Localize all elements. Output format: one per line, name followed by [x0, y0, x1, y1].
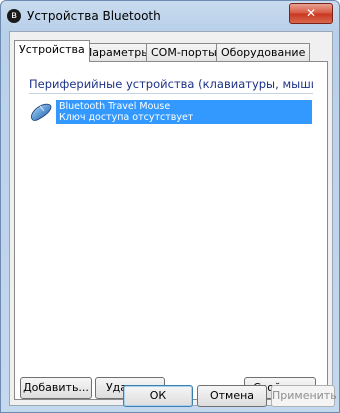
device-name: Bluetooth Travel Mouse — [59, 101, 171, 112]
ok-button[interactable]: ОК — [123, 385, 193, 407]
cancel-button[interactable]: Отмена — [197, 385, 267, 407]
dialog-client-area: Устройства Параметры COM-порты Оборудова… — [9, 31, 333, 406]
tab-com-ports[interactable]: COM-порты — [146, 43, 222, 61]
close-button[interactable]: ✕ — [289, 3, 333, 24]
add-button[interactable]: Добавить... — [20, 377, 92, 399]
close-icon: ✕ — [305, 6, 317, 20]
tab-parameters[interactable]: Параметры — [79, 43, 155, 61]
apply-button[interactable]: Применить — [271, 385, 337, 407]
title-bar[interactable]: ʙ Устройства Bluetooth ✕ — [1, 1, 339, 31]
list-item[interactable]: Bluetooth Travel Mouse Ключ доступа отсу… — [27, 99, 313, 125]
bluetooth-icon: ʙ — [7, 9, 21, 23]
group-header: Периферийные устройства (клавиатуры, мыш… — [29, 77, 313, 94]
window-title: Устройства Bluetooth — [27, 9, 161, 23]
bluetooth-devices-window: ʙ Устройства Bluetooth ✕ Устройства Пара… — [0, 0, 340, 413]
device-selection-highlight: Bluetooth Travel Mouse Ключ доступа отсу… — [56, 100, 312, 124]
tab-devices[interactable]: Устройства — [14, 40, 90, 62]
tab-hardware[interactable]: Оборудование — [216, 43, 311, 61]
device-status: Ключ доступа отсутствует — [59, 112, 194, 123]
mouse-icon — [31, 103, 52, 121]
devices-tab-panel: Периферийные устройства (клавиатуры, мыш… — [14, 61, 328, 400]
device-list[interactable]: Периферийные устройства (клавиатуры, мыш… — [25, 72, 317, 357]
